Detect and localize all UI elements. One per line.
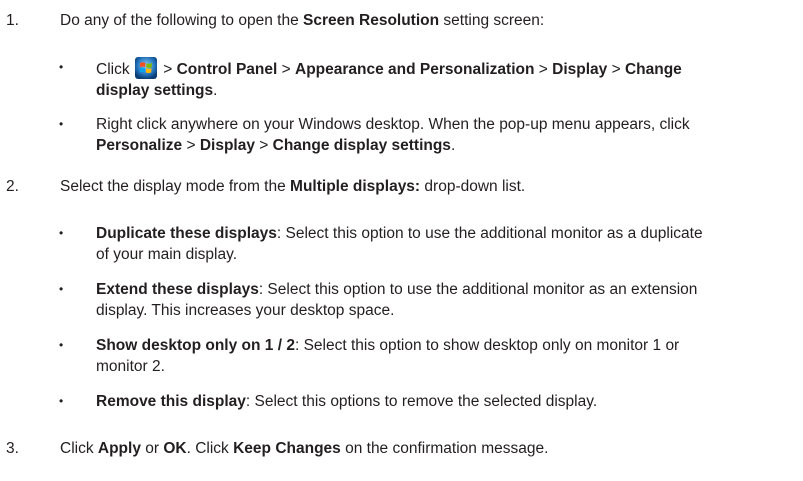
bullet-line: of your main display. <box>96 246 237 263</box>
bullet-line: Right click anywhere on your Windows des… <box>96 116 690 133</box>
bullet-line: display settings. <box>96 82 218 99</box>
bullet-line: Personalize > Display > Change display s… <box>96 137 456 154</box>
step-text: Select the display mode from the Multipl… <box>60 178 526 195</box>
step-number: 2. <box>6 178 19 195</box>
windows-start-icon <box>134 57 157 79</box>
bullet-dot: • <box>59 60 64 74</box>
keep-changes-label: Keep Changes <box>233 440 341 457</box>
bullet-dot: • <box>59 282 64 296</box>
step-number: 1. <box>6 12 19 29</box>
bullet-text: Show desktop only on 1 / 2: Select this … <box>96 335 796 377</box>
step-number: 3. <box>6 440 19 457</box>
bullet-line: display. This increases your desktop spa… <box>96 302 395 319</box>
bullet-dot: • <box>59 338 64 352</box>
bullet-line: Remove this display: Select this options… <box>96 393 598 410</box>
bullet-dot: • <box>59 226 64 240</box>
bullet-text: Extend these displays: Select this optio… <box>96 279 796 321</box>
bullet-text: Remove this display: Select this options… <box>96 391 796 412</box>
multiple-displays-label: Multiple displays: <box>290 178 421 195</box>
screen-resolution-label: Screen Resolution <box>303 12 440 29</box>
bullet-line: monitor 2. <box>96 358 165 375</box>
bullet-line: Extend these displays: Select this optio… <box>96 281 698 298</box>
bullet-line: Click > Control Panel > Appearance and P… <box>96 57 796 80</box>
bullet-text: Duplicate these displays: Select this op… <box>96 223 796 265</box>
bullet-line: Duplicate these displays: Select this op… <box>96 225 703 242</box>
bullet-dot: • <box>59 394 64 408</box>
bullet-dot: • <box>59 117 64 131</box>
bullet-text: Click > Control Panel > Appearance and P… <box>96 57 796 101</box>
apply-label: Apply <box>97 440 141 457</box>
step-text: Do any of the following to open the Scre… <box>60 12 545 29</box>
step-text: Click Apply or OK. Click Keep Changes on… <box>60 440 549 457</box>
bullet-line: Show desktop only on 1 / 2: Select this … <box>96 337 680 354</box>
bullet-text: Right click anywhere on your Windows des… <box>96 114 796 156</box>
ok-label: OK <box>163 440 187 457</box>
